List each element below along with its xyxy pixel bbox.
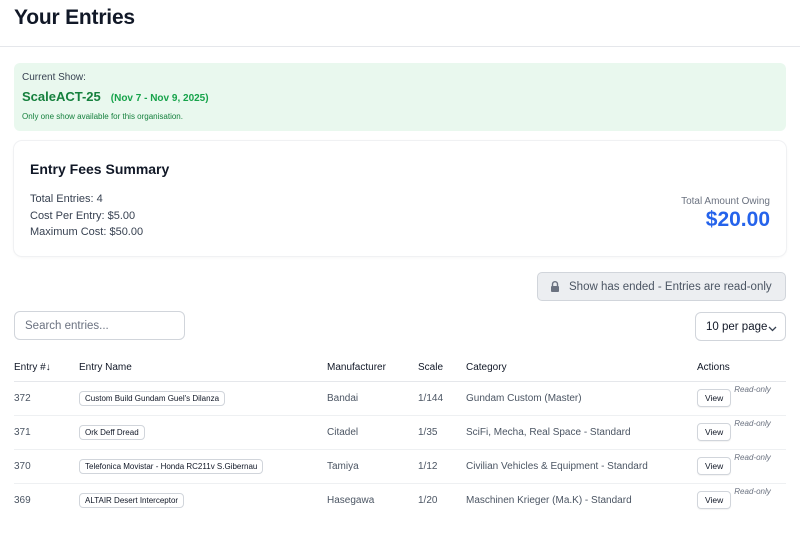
table-row: 372 Custom Build Gundam Guel's Dilanza B…: [14, 381, 786, 416]
entry-name-cell: ALTAIR Desert Interceptor: [79, 483, 327, 517]
current-show-card: Current Show: ScaleACT-25 (Nov 7 - Nov 9…: [14, 63, 786, 131]
chevron-down-icon: [768, 323, 777, 335]
view-button[interactable]: View: [697, 457, 732, 475]
entry-actions: ViewRead-only: [697, 483, 786, 517]
current-show-label: Current Show:: [22, 72, 86, 83]
total-entries: Total Entries: 4: [30, 193, 103, 205]
maximum-cost: Maximum Cost: $50.00: [30, 226, 144, 238]
entry-name-pill: Ork Deff Dread: [79, 424, 145, 440]
column-header-entry-name: Entry Name: [79, 354, 327, 382]
entry-actions: ViewRead-only: [697, 415, 786, 450]
show-availability-note: Only one show available for this organis…: [22, 112, 183, 121]
entry-scale: 1/144: [418, 381, 466, 416]
entries-table: Entry #↓ Entry Name Manufacturer Scale C…: [14, 354, 786, 517]
read-only-banner-text: Show has ended - Entries are read-only: [569, 280, 772, 293]
column-header-scale: Scale: [418, 354, 466, 382]
read-only-note: Read-only: [734, 419, 771, 428]
entry-category: Maschinen Krieger (Ma.K) - Standard: [466, 494, 632, 506]
cost-per-entry: Cost Per Entry: $5.00: [30, 209, 136, 222]
entry-fees-summary-card: Entry Fees Summary Total Entries: 4 Cost…: [14, 141, 786, 256]
entry-category: SciFi, Mecha, Real Space - Standard: [466, 415, 697, 450]
entry-number: 370: [14, 449, 79, 484]
total-owing-amount: $20.00: [705, 208, 770, 231]
table-row: 371 Ork Deff Dread Citadel 1/35 SciFi, M…: [14, 415, 786, 450]
entry-actions: ViewRead-only: [697, 381, 786, 416]
view-button[interactable]: View: [697, 389, 732, 407]
table-row: 369 ALTAIR Desert Interceptor Hasegawa 1…: [14, 483, 786, 517]
view-button[interactable]: View: [697, 491, 732, 510]
entry-scale: 1/35: [418, 415, 466, 450]
fees-summary-lines: Total Entries: 4 Cost Per Entry: $5.00 M…: [30, 191, 143, 241]
entry-name-cell: Telefonica Movistar - Honda RC211v S.Gib…: [79, 449, 327, 484]
read-only-note: Read-only: [734, 385, 771, 394]
entry-number: 372: [14, 381, 79, 416]
page-title: Your Entries: [14, 6, 135, 29]
title-divider: [0, 46, 800, 47]
entry-name-cell: Custom Build Gundam Guel's Dilanza: [79, 381, 327, 416]
entry-manufacturer: Hasegawa: [327, 494, 375, 506]
entry-scale: 1/20: [418, 494, 438, 506]
column-header-actions: Actions: [697, 354, 786, 382]
per-page-select[interactable]: 10 per page: [695, 312, 786, 341]
lock-icon: [550, 281, 560, 292]
read-only-note: Read-only: [734, 453, 771, 462]
fees-summary-title: Entry Fees Summary: [30, 161, 170, 177]
entry-number: 371: [14, 415, 79, 450]
table-row: 370 Telefonica Movistar - Honda RC211v S…: [14, 449, 786, 484]
read-only-banner: Show has ended - Entries are read-only: [537, 272, 786, 301]
show-dates: (Nov 7 - Nov 9, 2025): [110, 93, 209, 104]
entry-name-pill: Telefonica Movistar - Honda RC211v S.Gib…: [79, 458, 264, 474]
read-only-note: Read-only: [734, 487, 771, 497]
show-name-row: ScaleACT-25 (Nov 7 - Nov 9, 2025): [22, 89, 778, 104]
entry-number: 369: [14, 494, 31, 506]
entry-manufacturer: Citadel: [327, 415, 418, 450]
view-button[interactable]: View: [697, 423, 732, 441]
column-header-category: Category: [466, 354, 697, 382]
entry-scale: 1/12: [418, 449, 466, 484]
entry-name-cell: Ork Deff Dread: [79, 415, 327, 450]
column-header-manufacturer: Manufacturer: [327, 354, 418, 382]
entry-category: Gundam Custom (Master): [466, 381, 697, 416]
entry-category: Civilian Vehicles & Equipment - Standard: [466, 449, 697, 484]
per-page-value: 10 per page: [706, 320, 768, 333]
show-name: ScaleACT-25: [22, 89, 101, 104]
entry-manufacturer: Tamiya: [327, 449, 418, 484]
search-input[interactable]: [14, 311, 185, 340]
table-header-row: Entry #↓ Entry Name Manufacturer Scale C…: [14, 354, 786, 382]
entry-name-pill: Custom Build Gundam Guel's Dilanza: [79, 390, 226, 406]
entry-manufacturer: Bandai: [327, 381, 418, 416]
column-header-entry-number[interactable]: Entry #↓: [14, 354, 79, 382]
entry-name-pill: ALTAIR Desert Interceptor: [79, 492, 185, 508]
entry-actions: ViewRead-only: [697, 449, 786, 484]
total-owing-label: Total Amount Owing: [681, 196, 770, 207]
